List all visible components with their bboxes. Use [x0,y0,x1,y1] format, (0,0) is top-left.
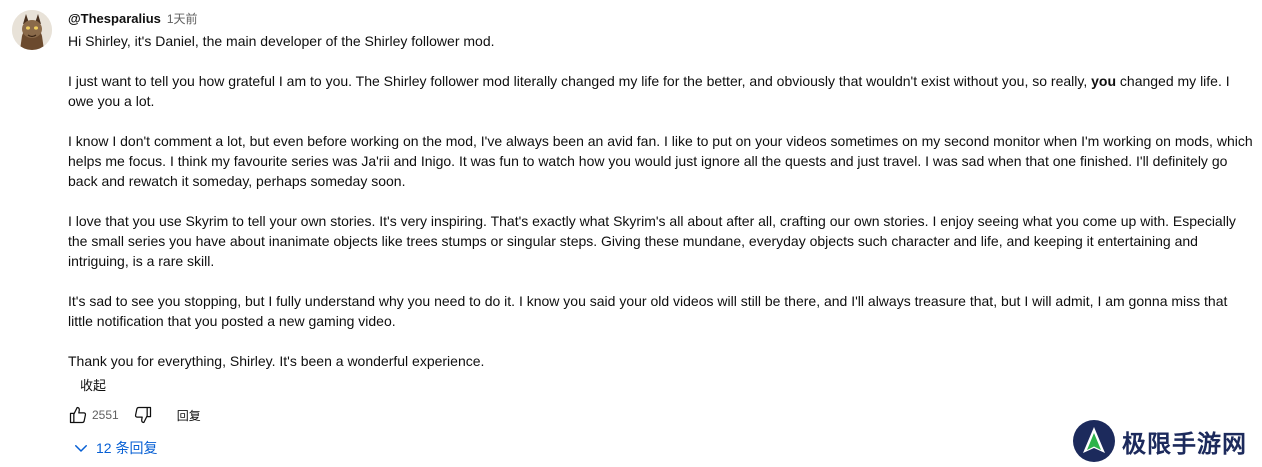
avatar-image [12,10,52,50]
avatar[interactable] [12,10,52,50]
watermark-logo-icon [1073,420,1115,462]
comment-paragraph: I just want to tell you how grateful I a… [68,73,1230,109]
comment-paragraph: I love that you use Skyrim to tell your … [68,213,1236,269]
comment-paragraph: Thank you for everything, Shirley. It's … [68,353,485,369]
comment-paragraph: It's sad to see you stopping, but I full… [68,293,1228,329]
comment-actions: 2551 回复 [66,403,201,427]
watermark-text: 极限手游网 [1122,428,1247,458]
view-replies-button[interactable]: 12 条回复 [72,438,157,458]
comment-paragraph: Hi Shirley, it's Daniel, the main develo… [68,33,495,49]
chevron-down-icon [75,445,87,452]
reply-button[interactable]: 回复 [177,407,201,424]
like-count: 2551 [92,408,119,422]
replies-count-label: 12 条回复 [96,440,158,456]
emphasis-text: you [1091,73,1117,89]
dislike-button[interactable] [131,403,155,427]
thumbs-up-icon [69,406,87,424]
comment-paragraph: I know I don't comment a lot, but even b… [68,133,1253,189]
watermark: 极限手游网 [1072,418,1247,464]
author-name[interactable]: @Thesparalius [68,11,161,26]
like-button[interactable] [66,403,90,427]
collapse-link[interactable]: 收起 [80,375,106,394]
comment-text: Hi Shirley, it's Daniel, the main develo… [68,31,1253,371]
thumbs-down-icon [134,406,151,424]
comment-timestamp[interactable]: 1天前 [167,10,198,27]
comment-header: @Thesparalius 1天前 [68,10,198,26]
